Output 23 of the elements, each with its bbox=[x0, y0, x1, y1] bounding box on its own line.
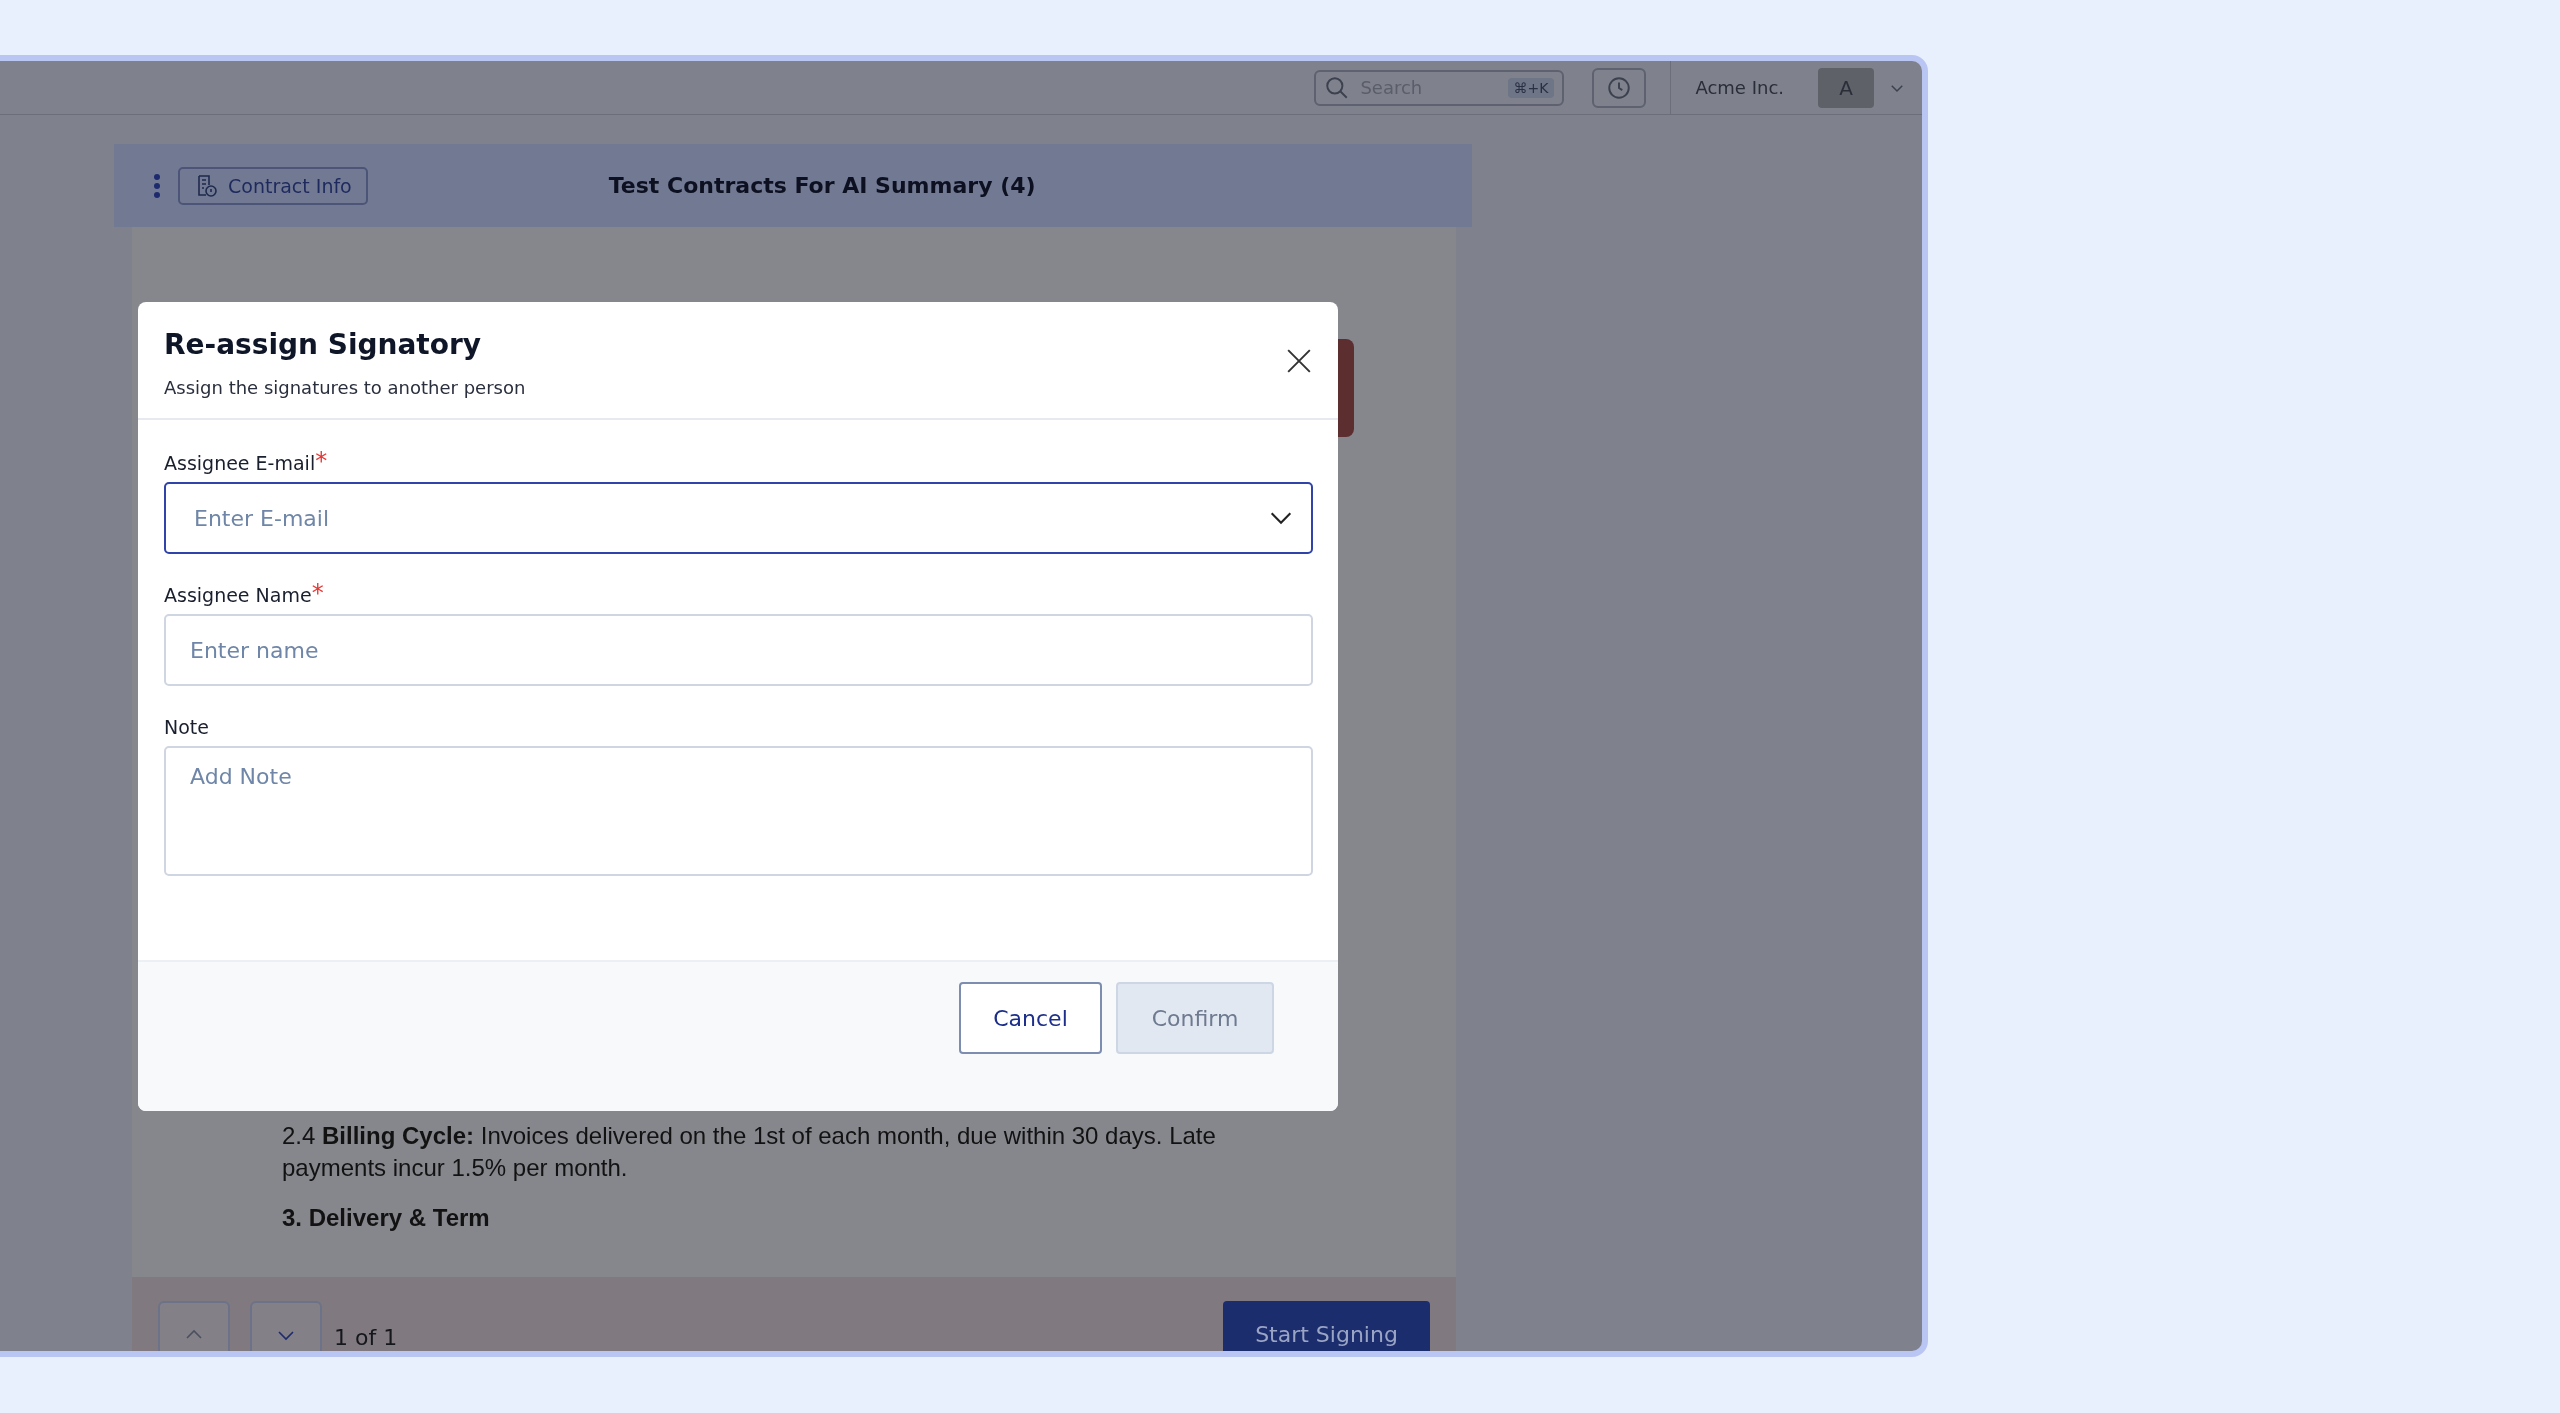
shortcut-hint: ⌘+K bbox=[1507, 77, 1555, 98]
page-counter: 1 of 1 bbox=[334, 1324, 398, 1350]
name-input[interactable]: Enter name bbox=[164, 614, 1313, 686]
document-title: Test Contracts For AI Summary (4) bbox=[608, 173, 1036, 198]
email-select[interactable]: Enter E-mail bbox=[164, 482, 1313, 554]
field-label: Assignee E-mail bbox=[164, 452, 316, 474]
section-heading: 3. Delivery & Term bbox=[282, 1204, 491, 1232]
required-mark: * bbox=[315, 452, 328, 474]
note-input[interactable]: Add Note bbox=[164, 746, 1313, 876]
required-mark: * bbox=[311, 584, 324, 606]
clock-icon bbox=[1606, 74, 1633, 101]
dialog-subtitle: Assign the signatures to another person bbox=[164, 377, 526, 398]
start-signing-button[interactable]: Start Signing bbox=[1223, 1301, 1430, 1351]
document-paragraph: 2.4 Billing Cycle: Invoices delivered on the 1st of each month, due within 30 days. Late payments incur 1.5% per month. bbox=[282, 1121, 1217, 1183]
field-label: Assignee Name bbox=[164, 584, 312, 606]
contract-info-button[interactable]: Contract Info bbox=[178, 166, 368, 205]
dialog-title: Re-assign Signatory bbox=[164, 328, 483, 361]
field-label: Note bbox=[164, 716, 209, 738]
cancel-button[interactable]: Cancel bbox=[959, 982, 1102, 1054]
close-icon[interactable] bbox=[1286, 348, 1312, 374]
more-options-icon[interactable] bbox=[152, 172, 162, 199]
clock-button[interactable] bbox=[1592, 67, 1647, 108]
organization-name: Acme Inc. bbox=[1695, 77, 1784, 98]
